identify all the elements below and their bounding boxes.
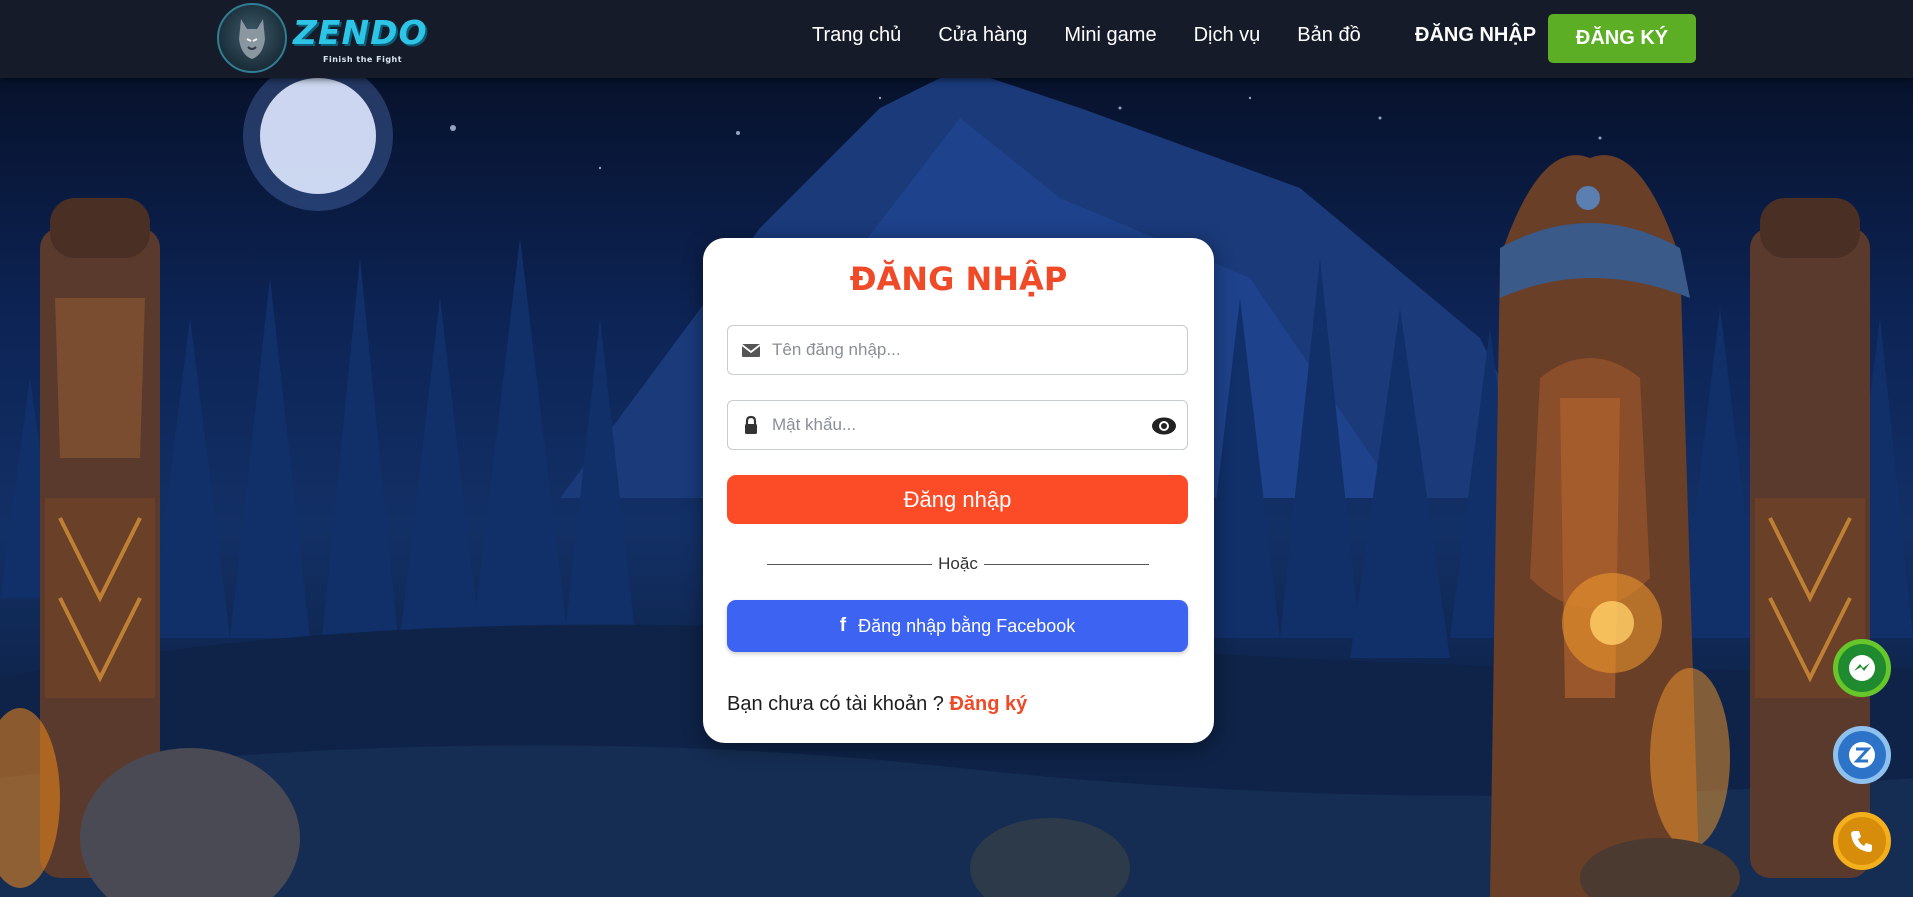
envelope-icon: [741, 344, 761, 357]
brand-tagline: Finish the Fight: [323, 55, 403, 64]
signup-prompt-text: Bạn chưa có tài khoản ?: [727, 693, 944, 715]
nav-item-minigame[interactable]: Mini game: [1064, 24, 1156, 47]
divider-line: [767, 563, 933, 565]
messenger-button[interactable]: [1833, 639, 1891, 697]
nav-item-services[interactable]: Dịch vụ: [1194, 24, 1261, 47]
zalo-button[interactable]: [1833, 726, 1891, 784]
password-input[interactable]: [772, 401, 1142, 449]
login-title: ĐĂNG NHẬP: [849, 260, 1068, 298]
username-input[interactable]: [772, 326, 1142, 374]
facebook-icon: f: [839, 615, 847, 636]
signup-link[interactable]: Đăng ký: [949, 693, 1027, 715]
nav-item-map[interactable]: Bản đồ: [1297, 24, 1360, 47]
nav-login-link[interactable]: ĐĂNG NHẬP: [1415, 24, 1536, 47]
top-navbar: ZENDO Finish the Fight Trang chủ Cửa hàn…: [0, 0, 1913, 78]
facebook-login-label: Đăng nhập bằng Facebook: [858, 615, 1076, 636]
username-field[interactable]: [727, 325, 1188, 375]
password-field[interactable]: [727, 400, 1188, 450]
brand-name: ZENDO: [293, 13, 428, 52]
divider-text: Hoặc: [938, 554, 978, 573]
brand-logo[interactable]: ZENDO Finish the Fight: [217, 3, 432, 75]
nav-register-button[interactable]: ĐĂNG KÝ: [1548, 14, 1696, 63]
signup-prompt: Bạn chưa có tài khoản ? Đăng ký: [727, 693, 1027, 716]
main-nav: Trang chủ Cửa hàng Mini game Dịch vụ Bản…: [812, 24, 1398, 47]
lock-icon: [745, 415, 757, 434]
facebook-login-button[interactable]: f Đăng nhập bằng Facebook: [727, 600, 1188, 652]
messenger-icon: [1849, 655, 1875, 681]
phone-button[interactable]: [1833, 812, 1891, 870]
login-submit-button[interactable]: Đăng nhập: [727, 475, 1188, 524]
nav-item-home[interactable]: Trang chủ: [812, 24, 901, 47]
divider-line: [983, 563, 1149, 565]
login-card: ĐĂNG NHẬP Đăng nhập Hoặc f Đăng nhập bằn…: [703, 238, 1214, 743]
phone-icon: [1851, 831, 1872, 852]
eye-icon[interactable]: [1151, 413, 1177, 439]
zalo-icon: [1849, 742, 1875, 768]
or-divider: Hoặc: [767, 553, 1149, 575]
wolf-logo-icon: [217, 3, 287, 73]
nav-item-shop[interactable]: Cửa hàng: [938, 24, 1027, 47]
